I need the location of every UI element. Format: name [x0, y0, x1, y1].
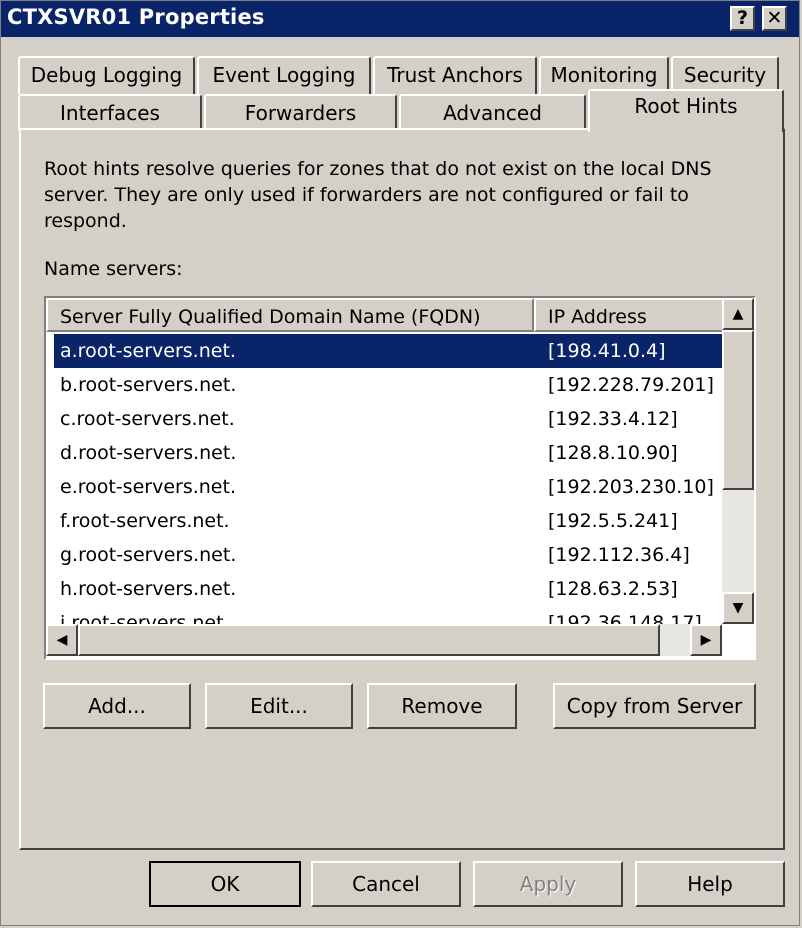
cancel-button[interactable]: Cancel: [311, 861, 461, 907]
list-item[interactable]: f.root-servers.net. [192.5.5.241]: [54, 504, 722, 538]
ip-cell: [128.63.2.53]: [548, 578, 678, 600]
fqdn-cell: f.root-servers.net.: [60, 510, 230, 532]
scroll-left-icon[interactable]: ◀: [46, 624, 78, 656]
window-title: CTXSVR01 Properties: [7, 5, 265, 29]
list-item[interactable]: e.root-servers.net. [192.203.230.10]: [54, 470, 722, 504]
name-servers-label: Name servers:: [44, 258, 183, 280]
scroll-right-icon[interactable]: ▶: [690, 624, 722, 656]
ip-cell: [192.33.4.12]: [548, 408, 678, 430]
edit-button[interactable]: Edit...: [205, 683, 353, 729]
column-header-fqdn[interactable]: Server Fully Qualified Domain Name (FQDN…: [46, 298, 534, 332]
fqdn-cell: b.root-servers.net.: [60, 374, 237, 396]
fqdn-cell: a.root-servers.net.: [60, 340, 236, 362]
remove-button[interactable]: Remove: [367, 683, 517, 729]
fqdn-cell: h.root-servers.net.: [60, 578, 237, 600]
fqdn-cell: c.root-servers.net.: [60, 408, 235, 430]
tab-debug-logging[interactable]: Debug Logging: [18, 56, 195, 94]
tab-event-logging[interactable]: Event Logging: [197, 56, 371, 94]
list-item[interactable]: c.root-servers.net. [192.33.4.12]: [54, 402, 722, 436]
ip-cell: [192.5.5.241]: [548, 510, 678, 532]
list-item[interactable]: b.root-servers.net. [192.228.79.201]: [54, 368, 722, 402]
title-bar[interactable]: CTXSVR01 Properties ? ✕: [1, 1, 799, 37]
copy-from-server-button[interactable]: Copy from Server: [553, 683, 756, 729]
tab-interfaces[interactable]: Interfaces: [18, 94, 202, 130]
tab-advanced[interactable]: Advanced: [399, 94, 586, 130]
list-item[interactable]: h.root-servers.net. [128.63.2.53]: [54, 572, 722, 606]
ip-cell: [192.228.79.201]: [548, 374, 714, 396]
ip-cell: [192.112.36.4]: [548, 544, 690, 566]
horizontal-scrollbar[interactable]: ◀ ▶: [46, 624, 722, 656]
help-button[interactable]: Help: [635, 861, 785, 907]
ok-button[interactable]: OK: [149, 861, 301, 907]
fqdn-cell: d.root-servers.net.: [60, 442, 237, 464]
list-item[interactable]: g.root-servers.net. [192.112.36.4]: [54, 538, 722, 572]
name-servers-list[interactable]: Server Fully Qualified Domain Name (FQDN…: [44, 296, 756, 660]
help-icon[interactable]: ?: [730, 6, 755, 31]
scroll-down-icon[interactable]: ▼: [722, 592, 754, 624]
add-button[interactable]: Add...: [43, 683, 191, 729]
ip-cell: [198.41.0.4]: [548, 340, 666, 362]
ip-cell: [192.203.230.10]: [548, 476, 714, 498]
ip-cell: [128.8.10.90]: [548, 442, 678, 464]
scroll-thumb-horizontal[interactable]: [78, 624, 660, 656]
scroll-up-icon[interactable]: ▲: [722, 298, 754, 330]
apply-button[interactable]: Apply: [473, 861, 623, 907]
tab-forwarders[interactable]: Forwarders: [204, 94, 397, 130]
vertical-scrollbar[interactable]: ▲ ▼: [722, 298, 754, 624]
tab-trust-anchors[interactable]: Trust Anchors: [373, 56, 537, 94]
list-item[interactable]: d.root-servers.net. [128.8.10.90]: [54, 436, 722, 470]
list-item[interactable]: a.root-servers.net. [198.41.0.4]: [54, 334, 722, 368]
fqdn-cell: g.root-servers.net.: [60, 544, 237, 566]
tab-root-hints[interactable]: Root Hints: [588, 89, 784, 132]
properties-dialog: CTXSVR01 Properties ? ✕ Debug Logging Ev…: [0, 0, 800, 926]
fqdn-cell: e.root-servers.net.: [60, 476, 236, 498]
close-icon[interactable]: ✕: [762, 6, 787, 31]
scroll-thumb[interactable]: [722, 330, 754, 490]
root-hints-description: Root hints resolve queries for zones tha…: [44, 158, 712, 232]
column-header-ip[interactable]: IP Address: [534, 298, 724, 332]
